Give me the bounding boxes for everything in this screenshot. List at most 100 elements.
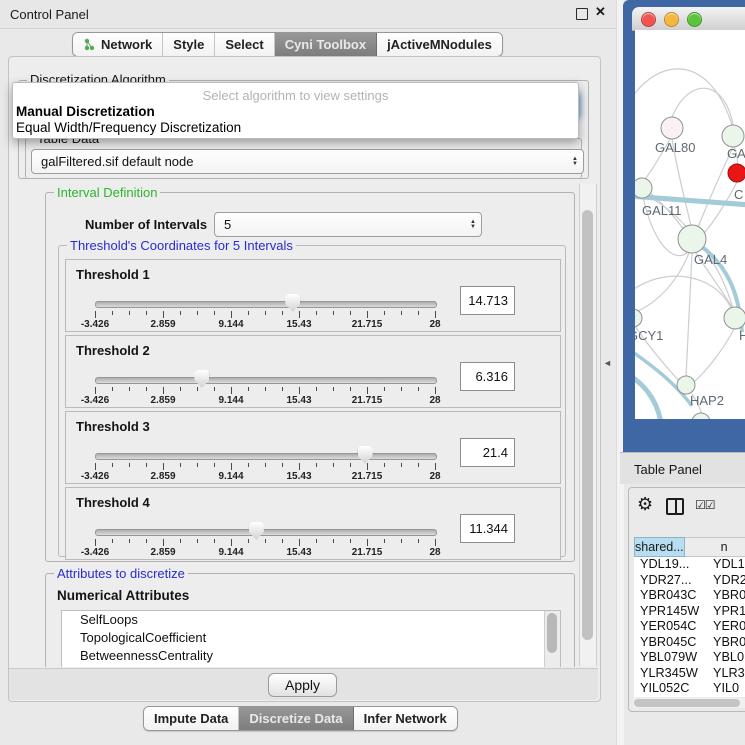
- top-tab-bar: Network Style Select Cyni Toolbox jActiv…: [72, 32, 503, 57]
- slider-ticks: -3.4262.8599.14415.4321.71528: [95, 387, 435, 405]
- node-label: GA: [727, 146, 745, 161]
- table-rows: YDL19...YDL1YDR27...YDR2YBR043CYBR0YPR14…: [634, 557, 745, 697]
- network-edge[interactable]: [635, 374, 661, 419]
- zoom-traffic-light[interactable]: [687, 12, 702, 27]
- dropdown-option-equal-width-frequency[interactable]: Equal Width/Frequency Discretization: [16, 120, 241, 135]
- settings-scroll-area: Interval Definition Number of Intervals …: [20, 183, 578, 667]
- number-of-intervals-combobox[interactable]: 5 ▲▼: [214, 212, 482, 237]
- network-tab-icon: [83, 38, 96, 51]
- threshold-slider-thumb[interactable]: [249, 522, 264, 540]
- bottom-tab-bar: Impute Data Discretize Data Infer Networ…: [143, 706, 458, 731]
- network-node[interactable]: [635, 309, 642, 327]
- tab-infer-network[interactable]: Infer Network: [354, 707, 457, 730]
- threshold-slider-track[interactable]: [95, 453, 437, 460]
- network-node[interactable]: [724, 307, 745, 329]
- list-item[interactable]: SelfLoops: [62, 611, 560, 629]
- threshold-slider-thumb[interactable]: [285, 294, 300, 312]
- slider-ticks: -3.4262.8599.14415.4321.71528: [95, 539, 435, 557]
- threshold-panel: Threshold 4 -3.4262.8599.14415.4321.7152…: [65, 487, 561, 560]
- column-header-shared-name[interactable]: shared...: [634, 537, 685, 557]
- list-item[interactable]: BetweennessCentrality: [62, 647, 560, 665]
- threshold-value-field[interactable]: [460, 362, 515, 391]
- network-canvas[interactable]: GAL80GACGAL11GAL4GCY1HHAP2: [635, 30, 745, 419]
- table-row[interactable]: YIL052CYIL0: [634, 681, 745, 697]
- table-row[interactable]: YDL19...YDL1: [634, 557, 745, 573]
- table-row[interactable]: YBR045CYBR0: [634, 635, 745, 651]
- columns-icon[interactable]: [666, 498, 684, 515]
- threshold-slider-thumb[interactable]: [194, 370, 209, 388]
- network-node[interactable]: [635, 178, 652, 198]
- table-row[interactable]: YBL079WYBL0: [634, 650, 745, 666]
- slider-ticks: -3.4262.8599.14415.4321.71528: [95, 311, 435, 329]
- stepper-icon[interactable]: ▲▼: [572, 157, 578, 167]
- hscrollbar-thumb[interactable]: [634, 699, 740, 707]
- network-node[interactable]: [692, 413, 710, 419]
- panel-divider-handle[interactable]: ◄: [603, 358, 612, 368]
- close-traffic-light[interactable]: [641, 12, 656, 27]
- float-window-icon[interactable]: [576, 8, 588, 20]
- table-data-combobox[interactable]: galFiltered.sif default node ▲▼: [31, 149, 584, 174]
- network-edge[interactable]: [672, 88, 733, 125]
- table-panel: ⚙ ☑☑ shared... n YDL19...YDL1YDR27...YDR…: [628, 487, 745, 712]
- network-edge[interactable]: [686, 253, 692, 377]
- network-node[interactable]: [728, 164, 745, 182]
- network-node[interactable]: [677, 376, 695, 394]
- tab-impute-data[interactable]: Impute Data: [144, 707, 239, 730]
- table-hscrollbar[interactable]: [633, 698, 745, 708]
- table-panel-titlebar: Table Panel: [620, 452, 745, 484]
- network-node[interactable]: [722, 125, 744, 147]
- threshold-value-field[interactable]: [460, 438, 515, 467]
- tab-jactivemnodules[interactable]: jActiveMNodules: [377, 33, 502, 56]
- threshold-panel: Threshold 3 -3.4262.8599.14415.4321.7152…: [65, 411, 561, 484]
- table-row[interactable]: YDR27...YDR2: [634, 573, 745, 589]
- threshold-slider-track[interactable]: [95, 529, 437, 536]
- scrollbar-thumb[interactable]: [582, 210, 593, 640]
- number-of-intervals-value: 5: [224, 217, 231, 232]
- control-panel-title: Control Panel: [10, 7, 89, 22]
- apply-button[interactable]: Apply: [268, 673, 337, 697]
- network-edge[interactable]: [635, 253, 689, 312]
- threshold-slider-track[interactable]: [95, 377, 437, 384]
- table-row[interactable]: YER054CYER0: [634, 619, 745, 635]
- select-columns-icon[interactable]: ☑☑: [695, 498, 715, 512]
- slider-ticks: -3.4262.8599.14415.4321.71528: [95, 463, 435, 481]
- interval-definition-title: Interval Definition: [54, 185, 160, 200]
- tab-select[interactable]: Select: [215, 33, 274, 56]
- threshold-slider-track[interactable]: [95, 301, 437, 308]
- node-table[interactable]: shared... n YDL19...YDL1YDR27...YDR2YBR0…: [634, 537, 745, 697]
- tab-style[interactable]: Style: [163, 33, 215, 56]
- threshold-value-field[interactable]: [460, 286, 515, 315]
- numerical-attributes-list[interactable]: SelfLoopsTopologicalCoefficientBetweenne…: [61, 610, 561, 667]
- threshold-slider-thumb[interactable]: [358, 446, 373, 464]
- dropdown-option-manual-discretization[interactable]: Manual Discretization: [16, 104, 155, 119]
- network-node[interactable]: [678, 225, 706, 253]
- network-edge[interactable]: [635, 69, 732, 125]
- minimize-traffic-light[interactable]: [664, 12, 679, 27]
- thresholds-group: Threshold's Coordinates for 5 Intervals …: [58, 245, 566, 557]
- threshold-panel: Threshold 2 -3.4262.8599.14415.4321.7152…: [65, 335, 561, 408]
- tab-cyni-toolbox[interactable]: Cyni Toolbox: [275, 33, 377, 56]
- column-header-name[interactable]: n: [685, 537, 745, 557]
- tab-discretize-data[interactable]: Discretize Data: [239, 707, 353, 730]
- network-node[interactable]: [661, 117, 683, 139]
- tab-network[interactable]: Network: [73, 33, 163, 56]
- list-scrollbar[interactable]: [544, 611, 560, 667]
- network-edge[interactable]: [703, 182, 737, 234]
- dropdown-placeholder: Select algorithm to view settings: [13, 88, 578, 103]
- table-row[interactable]: YPR145WYPR1: [634, 604, 745, 620]
- network-edge[interactable]: [694, 329, 734, 382]
- attr-items: SelfLoopsTopologicalCoefficientBetweenne…: [62, 611, 560, 665]
- network-window-titlebar[interactable]: [632, 7, 745, 31]
- attributes-group: Attributes to discretize Numerical Attri…: [45, 573, 575, 667]
- threshold-value-field[interactable]: [460, 514, 515, 543]
- list-item[interactable]: TopologicalCoefficient: [62, 629, 560, 647]
- close-icon[interactable]: ✕: [595, 4, 606, 20]
- table-row[interactable]: YLR345WYLR3: [634, 666, 745, 682]
- table-header: shared... n: [634, 537, 745, 557]
- gear-icon[interactable]: ⚙: [637, 495, 653, 513]
- table-row[interactable]: YBR043CYBR0: [634, 588, 745, 604]
- stepper-icon[interactable]: ▲▼: [470, 220, 476, 230]
- node-label: GAL11: [642, 203, 682, 218]
- settings-scrollbar[interactable]: [579, 184, 597, 666]
- table-panel-title: Table Panel: [634, 462, 702, 477]
